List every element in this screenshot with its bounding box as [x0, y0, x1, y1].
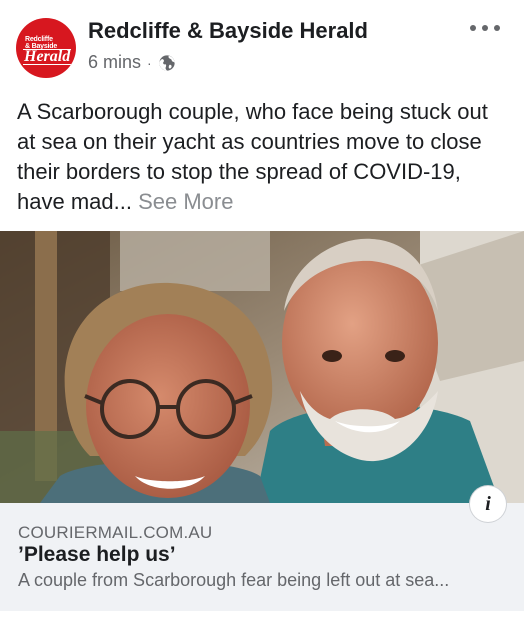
more-dot: [470, 25, 476, 31]
post-header: Redcliffe & Bayside Herald Redcliffe & B…: [0, 0, 524, 92]
page-avatar[interactable]: Redcliffe & Bayside Herald: [16, 18, 76, 78]
meta-separator: ·: [147, 54, 152, 71]
facebook-post: Redcliffe & Bayside Herald Redcliffe & B…: [0, 0, 524, 630]
photo-couple-selfie: [0, 231, 524, 503]
avatar-logo-line1: Redcliffe: [25, 36, 53, 43]
info-icon[interactable]: i: [470, 486, 506, 522]
post-timestamp[interactable]: 6 mins: [88, 52, 141, 73]
link-description: A couple from Scarborough fear being lef…: [18, 570, 450, 590]
post-bottom-divider: [0, 611, 524, 630]
post-meta: 6 mins ·: [88, 52, 176, 73]
more-options-icon[interactable]: [470, 16, 500, 40]
link-domain: COURIERMAIL.COM.AU: [18, 523, 213, 542]
post-body-text: A Scarborough couple, who face being stu…: [17, 99, 488, 214]
link-title: ’Please help us’: [18, 543, 176, 566]
more-dot: [482, 25, 488, 31]
see-more-link[interactable]: See More: [138, 189, 233, 214]
avatar-logo-big-text: Herald: [23, 48, 72, 65]
page-name[interactable]: Redcliffe & Bayside Herald: [88, 18, 368, 44]
link-preview[interactable]: COURIERMAIL.COM.AU ’Please help us’ A co…: [0, 503, 524, 611]
globe-icon: [159, 54, 175, 71]
post-photo[interactable]: [0, 231, 524, 503]
post-text: A Scarborough couple, who face being stu…: [17, 97, 509, 217]
more-dot: [494, 25, 500, 31]
